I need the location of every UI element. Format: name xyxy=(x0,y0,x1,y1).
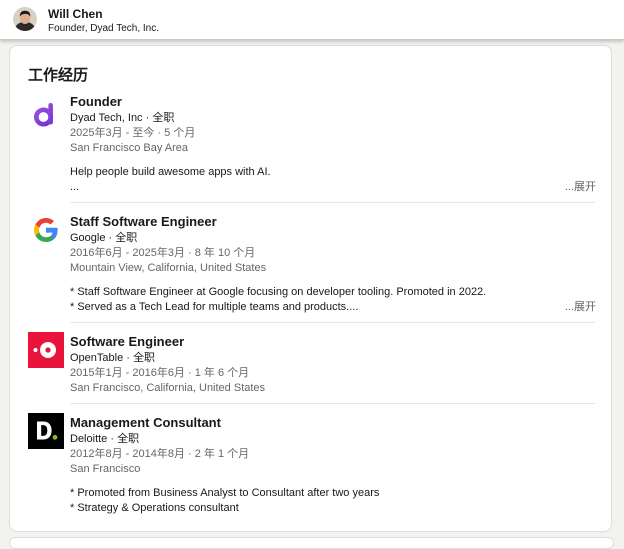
experience-location: Mountain View, California, United States xyxy=(70,262,267,274)
experience-location: San Francisco Bay Area xyxy=(70,142,189,154)
experience-dates: 2025年3月 - 至今 · 5 个月 xyxy=(70,127,196,139)
divider xyxy=(70,322,595,323)
experience-title[interactable]: Management Consultant xyxy=(70,415,221,431)
experience-dates: 2015年1月 - 2016年6月 · 1 年 6 个月 xyxy=(70,367,250,379)
opentable-logo-icon[interactable] xyxy=(28,332,64,368)
profile-sticky-header: Will Chen Founder, Dyad Tech, Inc. xyxy=(0,0,624,40)
profile-headline: Founder, Dyad Tech, Inc. xyxy=(48,23,159,34)
dyad-logo-icon[interactable] xyxy=(28,97,64,133)
experience-dates: 2016年6月 - 2025年3月 · 8 年 10 个月 xyxy=(70,247,256,259)
experience-company: Dyad Tech, Inc · 全职 xyxy=(70,112,175,124)
next-card xyxy=(9,537,614,549)
experience-description: Help people build awesome apps with AI. xyxy=(70,166,271,178)
experience-dates: 2012年8月 - 2014年8月 · 2 年 1 个月 xyxy=(70,448,250,460)
divider xyxy=(70,403,595,404)
experience-title[interactable]: Founder xyxy=(70,94,122,110)
expand-button[interactable]: ...展开 xyxy=(565,180,596,195)
experience-company: OpenTable · 全职 xyxy=(70,352,155,364)
experience-card: 工作经历 Founder Dyad Tech, Inc · 全职 2025年3月… xyxy=(9,45,612,532)
experience-description-more: * Served as a Tech Lead for multiple tea… xyxy=(70,301,359,313)
experience-company: Deloitte · 全职 xyxy=(70,433,140,445)
experience-title[interactable]: Software Engineer xyxy=(70,334,184,350)
avatar[interactable] xyxy=(13,7,37,31)
experience-company: Google · 全职 xyxy=(70,232,138,244)
experience-description-more: * Strategy & Operations consultant xyxy=(70,502,239,514)
deloitte-logo-icon[interactable] xyxy=(28,413,64,449)
experience-location: San Francisco xyxy=(70,463,141,475)
experience-title[interactable]: Staff Software Engineer xyxy=(70,214,217,230)
profile-name[interactable]: Will Chen xyxy=(48,7,103,21)
experience-description: * Promoted from Business Analyst to Cons… xyxy=(70,487,380,499)
divider xyxy=(70,202,595,203)
experience-description: * Staff Software Engineer at Google focu… xyxy=(70,286,487,298)
experience-description-more: ... xyxy=(70,181,80,193)
experience-location: San Francisco, California, United States xyxy=(70,382,266,394)
google-logo-icon[interactable] xyxy=(28,212,64,248)
expand-button[interactable]: ...展开 xyxy=(565,300,596,315)
section-title: 工作经历 xyxy=(28,66,89,84)
